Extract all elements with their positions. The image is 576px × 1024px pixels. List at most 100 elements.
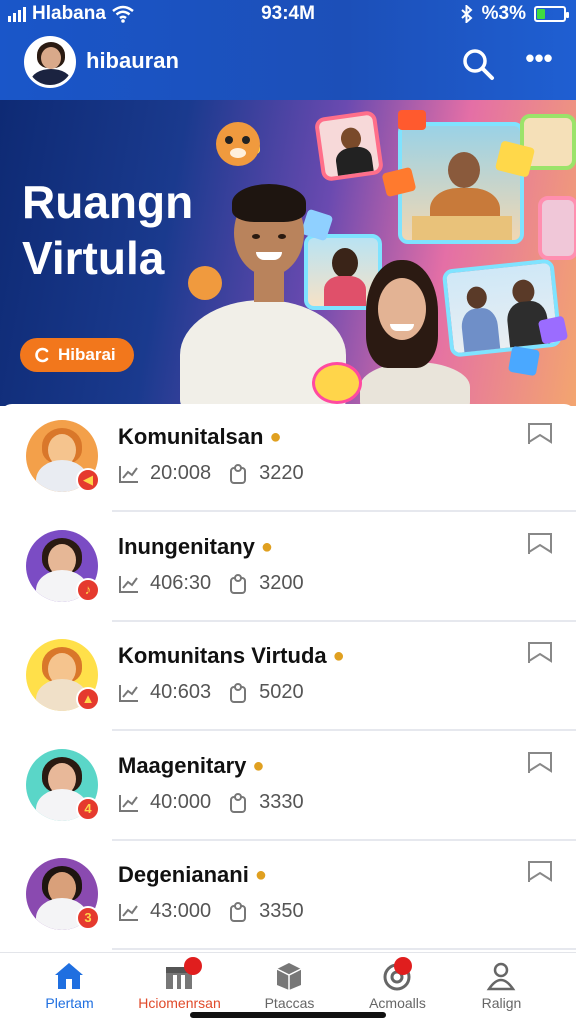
tab-label: Ralign <box>481 995 522 1011</box>
list-item[interactable]: 4 Maagenitary ● 40:000 3330 <box>0 733 576 841</box>
mascot-emoji-icon: ● <box>269 425 282 448</box>
community-name-text: lnungenitany <box>118 534 255 559</box>
banner-headline-line2: Virtula <box>22 232 165 284</box>
banner-cta-button[interactable]: Hibarai <box>20 338 134 372</box>
community-name: lnungenitany ● <box>118 534 273 560</box>
divider <box>112 729 576 731</box>
status-right: %3% <box>460 3 569 25</box>
home-icon <box>55 963 83 989</box>
community-stats: 40:603 5020 <box>118 681 304 704</box>
chart-icon <box>119 465 138 483</box>
chart-icon <box>119 575 138 593</box>
community-name-text: Maagenitary <box>118 753 247 778</box>
search-icon[interactable] <box>460 46 496 82</box>
bluetooth-icon <box>460 5 473 23</box>
list-item[interactable]: ▲ Komunitans Virtuda ● 40:603 5020 <box>0 623 576 731</box>
tab-label: Plertam <box>45 995 94 1011</box>
status-badge: ◀ <box>76 468 100 492</box>
banner-headline: Ruangn Virtula <box>22 174 193 286</box>
chart-icon <box>119 794 138 812</box>
profile-icon <box>486 962 516 991</box>
divider <box>112 620 576 622</box>
status-badge: ♪ <box>76 578 100 602</box>
bookmark-icon[interactable] <box>527 751 553 775</box>
community-name-text: Komunitalsan <box>118 424 264 449</box>
bookmark-icon[interactable] <box>527 422 553 446</box>
member-icon <box>230 573 247 594</box>
view-count: 40:000 <box>150 791 212 813</box>
tab-home[interactable]: Plertam <box>12 953 127 1024</box>
member-icon <box>230 792 247 813</box>
battery-icon <box>534 6 569 22</box>
member-icon <box>230 463 247 484</box>
status-bar: Hlabana 93:4M %3% <box>0 0 576 28</box>
presenter-man-neck <box>254 272 284 302</box>
notification-dot <box>184 957 202 975</box>
bookmark-icon[interactable] <box>527 641 553 665</box>
bookmark-icon[interactable] <box>527 532 553 556</box>
view-count: 43:000 <box>150 900 212 922</box>
banner-cta-label: Hibarai <box>58 345 116 364</box>
community-name: Maagenitary ● <box>118 753 264 779</box>
list-item[interactable]: 3 Degenianani ● 43:000 3350 <box>0 842 576 950</box>
divider <box>112 510 576 512</box>
promo-banner[interactable]: Ruangn Virtula Hibarai <box>0 100 576 406</box>
member-icon <box>230 901 247 922</box>
box-icon <box>276 963 302 990</box>
mascot-emoji-icon: ● <box>252 754 265 777</box>
banner-sticker <box>312 362 362 404</box>
member-count: 3220 <box>259 462 304 484</box>
community-name-text: Degenianani <box>118 862 249 887</box>
notification-dot <box>394 957 412 975</box>
mascot-emoji-icon: ● <box>332 644 345 667</box>
divider <box>112 948 576 950</box>
community-name: Komunitans Virtuda ● <box>118 643 345 669</box>
community-name: Komunitalsan ● <box>118 424 282 450</box>
app-title: hibauran <box>86 48 179 73</box>
more-icon[interactable]: ••• <box>524 45 554 80</box>
community-list: ◀ Komunitalsan ● 20:008 3220 ♪ lnungenit… <box>0 404 576 952</box>
community-stats: 43:000 3350 <box>118 900 304 923</box>
header: Hlabana 93:4M %3% hibauran ••• <box>0 0 576 100</box>
refresh-icon <box>35 347 49 363</box>
community-stats: 40:000 3330 <box>118 791 304 814</box>
view-count: 40:603 <box>150 681 212 703</box>
presenter-man-head <box>232 184 306 276</box>
member-count: 3350 <box>259 900 304 922</box>
mascot-emoji-icon: ● <box>254 863 267 886</box>
list-item[interactable]: ♪ lnungenitany ● 406:30 3200 <box>0 514 576 622</box>
presenter-woman <box>360 362 470 406</box>
status-badge: 4 <box>76 797 100 821</box>
tab-label: Acmoalls <box>369 995 426 1011</box>
list-item[interactable]: ◀ Komunitalsan ● 20:008 3220 <box>0 404 576 512</box>
banner-headline-line1: Ruangn <box>22 176 194 228</box>
community-name-text: Komunitans Virtuda <box>118 643 327 668</box>
tab-label: Ptaccas <box>264 995 315 1011</box>
status-badge: ▲ <box>76 687 100 711</box>
view-count: 406:30 <box>150 572 212 594</box>
divider <box>112 839 576 841</box>
member-count: 3200 <box>259 572 304 594</box>
member-count: 3330 <box>259 791 304 813</box>
banner-photo-tile <box>313 109 385 183</box>
community-stats: 20:008 3220 <box>118 462 304 485</box>
tab-profile[interactable]: Ralign <box>444 953 559 1024</box>
member-icon <box>230 682 247 703</box>
user-avatar[interactable] <box>24 36 76 88</box>
app-bar: hibauran ••• <box>0 28 576 100</box>
fox-mascot <box>216 122 260 166</box>
chart-icon <box>119 684 138 702</box>
community-name: Degenianani ● <box>118 862 267 888</box>
community-stats: 406:30 3200 <box>118 572 304 595</box>
confetti <box>398 110 426 130</box>
presenter-woman-head <box>366 260 438 368</box>
confetti <box>537 315 569 345</box>
tab-label: Hciomenrsan <box>138 995 221 1011</box>
mascot-emoji-icon: ● <box>260 535 273 558</box>
view-count: 20:008 <box>150 462 212 484</box>
bookmark-icon[interactable] <box>527 860 553 884</box>
member-count: 5020 <box>259 681 304 703</box>
confetti <box>507 345 541 377</box>
battery-percent: %3% <box>481 3 526 24</box>
chart-icon <box>119 903 138 921</box>
